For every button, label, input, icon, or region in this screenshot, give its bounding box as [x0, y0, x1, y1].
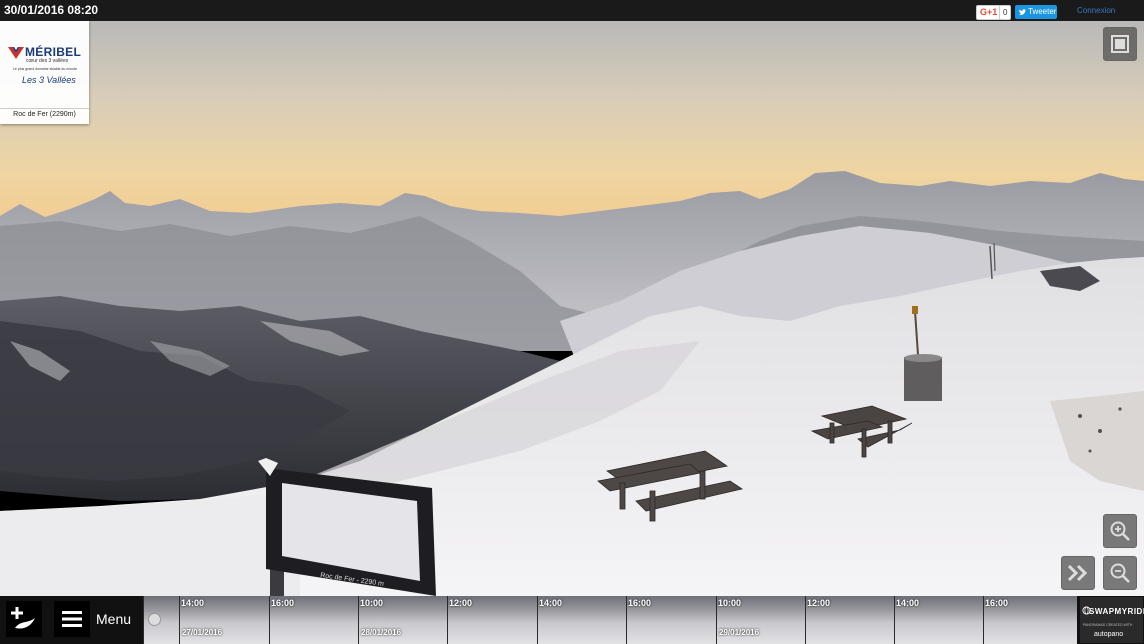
- location-label: Roc de Fer (2290m): [13, 111, 76, 118]
- thumb-time: 16:00: [985, 598, 1009, 608]
- panorama-view[interactable]: Roc de Fer - 2290 m: [0, 21, 1144, 596]
- twitter-bird-icon: [1019, 9, 1026, 15]
- thumb-time: 16:00: [628, 598, 652, 608]
- swapmyride-brand[interactable]: SWAPMYRIDE PANORAMAS CREATED WITH autopa…: [1080, 597, 1144, 643]
- logo-divider: [0, 108, 89, 109]
- google-plus-button[interactable]: G+1: [976, 5, 1002, 20]
- zoom-in-icon: [1110, 521, 1130, 541]
- bottom-bar: Menu 14:00 27/01/2016 16:00 10:00 28/01/20…: [0, 596, 1144, 644]
- timeline-thumb[interactable]: 10:00 29/01/2016: [716, 596, 805, 644]
- timeline-thumb[interactable]: 12:00: [805, 596, 894, 644]
- thumb-date: 29/01/2016: [719, 628, 760, 637]
- thumb-time: 12:00: [807, 598, 831, 608]
- thumb-time: 14:00: [181, 598, 205, 608]
- brand-tagline: PANORAMAS CREATED WITH: [1083, 623, 1133, 627]
- zoom-in-button[interactable]: [1103, 514, 1137, 548]
- meribel-heart-icon: [8, 47, 24, 59]
- logo-title: MÉRIBEL: [25, 45, 82, 59]
- google-plus-count: 0: [999, 5, 1012, 20]
- tweet-label: Tweeter: [1028, 7, 1057, 16]
- fullscreen-button[interactable]: [1103, 27, 1137, 61]
- double-chevron-right-icon: [1067, 564, 1088, 582]
- thumb-date: 27/01/2016: [182, 628, 223, 637]
- timeline-thumb[interactable]: 16:00: [269, 596, 358, 644]
- login-link[interactable]: Connexion: [1077, 6, 1115, 15]
- three-valleys-logo: Les 3 Vallées: [22, 75, 76, 85]
- add-favorite-button[interactable]: [6, 601, 42, 637]
- zoom-out-icon: [1110, 563, 1130, 583]
- menu-button[interactable]: [54, 601, 90, 637]
- thumb-time: 10:00: [718, 598, 742, 608]
- menu-label[interactable]: Menu: [96, 611, 131, 627]
- thumb-time: 14:00: [896, 598, 920, 608]
- autoplay-forward-button[interactable]: [1061, 556, 1095, 590]
- timeline-play-handle[interactable]: [148, 613, 161, 626]
- brand-name: SWAPMYRIDE: [1089, 607, 1144, 616]
- logo-subtitle: cœur des 3 vallées: [26, 58, 69, 64]
- hamburger-icon: [62, 611, 82, 627]
- thumb-time: 12:00: [449, 598, 473, 608]
- thumb-time: 10:00: [360, 598, 384, 608]
- thumb-date: 28/01/2016: [361, 628, 402, 637]
- timeline-thumb[interactable]: 14:00: [537, 596, 626, 644]
- meribel-logo-card[interactable]: MÉRIBEL cœur des 3 vallées Le plus grand…: [0, 21, 89, 124]
- history-timeline[interactable]: 14:00 27/01/2016 16:00 10:00 28/01/2016 12…: [143, 596, 1077, 644]
- autopano-label: autopano: [1094, 631, 1124, 638]
- timeline-thumb[interactable]: 16:00: [983, 596, 1077, 644]
- capture-datetime: 30/01/2016 08:20: [4, 3, 99, 17]
- thumb-time: 16:00: [271, 598, 295, 608]
- timeline-thumb[interactable]: 14:00 27/01/2016: [179, 596, 269, 644]
- thumb-time: 14:00: [539, 598, 563, 608]
- zoom-out-button[interactable]: [1103, 556, 1137, 590]
- fullscreen-icon: [1111, 35, 1129, 53]
- logo-tagline: Le plus grand domaine skiable du monde: [12, 67, 77, 71]
- timeline-thumb[interactable]: 16:00: [626, 596, 716, 644]
- webcam-panorama: Roc de Fer - 2290 m: [0, 21, 1144, 596]
- plus-bird-icon: [11, 607, 35, 629]
- timeline-thumb[interactable]: 10:00 28/01/2016: [358, 596, 447, 644]
- top-bar: 30/01/2016 08:20 G+1 0 Tweeter Connexion: [0, 0, 1144, 21]
- tweet-button[interactable]: Tweeter: [1015, 5, 1057, 19]
- timeline-thumb[interactable]: 14:00: [894, 596, 983, 644]
- timeline-thumb[interactable]: 12:00: [447, 596, 537, 644]
